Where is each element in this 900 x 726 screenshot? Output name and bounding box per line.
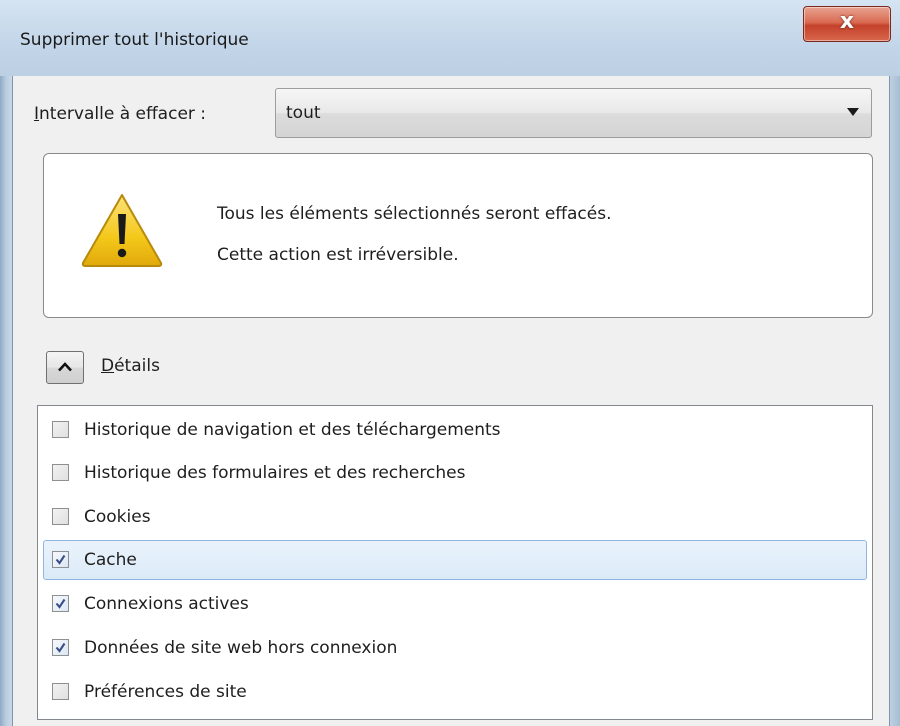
item-label: Historique des formulaires et des recher… — [84, 463, 466, 483]
list-item[interactable]: Historique de navigation et des téléchar… — [43, 410, 867, 450]
dropdown-arrow-icon — [847, 108, 859, 116]
checkmark-icon — [55, 642, 66, 653]
range-dropdown-value: tout — [286, 103, 321, 123]
checkmark-icon — [55, 554, 66, 565]
close-button[interactable]: x — [803, 6, 891, 42]
checkmark-icon — [55, 598, 66, 609]
window-title: Supprimer tout l'historique — [20, 30, 249, 50]
history-items-list[interactable]: Historique de navigation et des téléchar… — [37, 405, 873, 720]
list-item[interactable]: Cookies — [43, 497, 867, 537]
item-label: Connexions actives — [84, 594, 249, 614]
title-bar[interactable]: Supprimer tout l'historique x — [0, 0, 900, 76]
details-label[interactable]: Détails — [101, 356, 160, 376]
checkbox[interactable] — [52, 595, 69, 612]
list-item[interactable]: Historique des formulaires et des recher… — [43, 453, 867, 493]
item-label: Préférences de site — [84, 682, 247, 702]
close-icon: x — [839, 9, 855, 34]
dialog-window: Supprimer tout l'historique x Intervalle… — [0, 0, 900, 726]
list-item[interactable]: Connexions actives — [43, 584, 867, 624]
checkbox[interactable] — [52, 508, 69, 525]
warning-icon — [81, 194, 163, 267]
chevron-up-icon — [58, 362, 72, 372]
details-toggle-button[interactable] — [46, 351, 84, 384]
warning-text-line1: Tous les éléments sélectionnés seront ef… — [217, 204, 612, 224]
warning-text-line2: Cette action est irréversible. — [217, 245, 459, 265]
warning-box: Tous les éléments sélectionnés seront ef… — [43, 153, 873, 318]
checkbox[interactable] — [52, 421, 69, 438]
range-dropdown[interactable]: tout — [275, 88, 872, 138]
list-item[interactable]: Données de site web hors connexion — [43, 628, 867, 668]
list-item[interactable]: Préférences de site — [43, 672, 867, 712]
item-label: Cookies — [84, 507, 151, 527]
checkbox[interactable] — [52, 464, 69, 481]
checkbox[interactable] — [52, 683, 69, 700]
checkbox[interactable] — [52, 551, 69, 568]
list-item[interactable]: Cache — [43, 540, 867, 580]
checkbox[interactable] — [52, 639, 69, 656]
range-label: Intervalle à effacer : — [34, 104, 207, 124]
item-label: Cache — [84, 550, 137, 570]
item-label: Historique de navigation et des téléchar… — [84, 420, 501, 440]
item-label: Données de site web hors connexion — [84, 638, 398, 658]
